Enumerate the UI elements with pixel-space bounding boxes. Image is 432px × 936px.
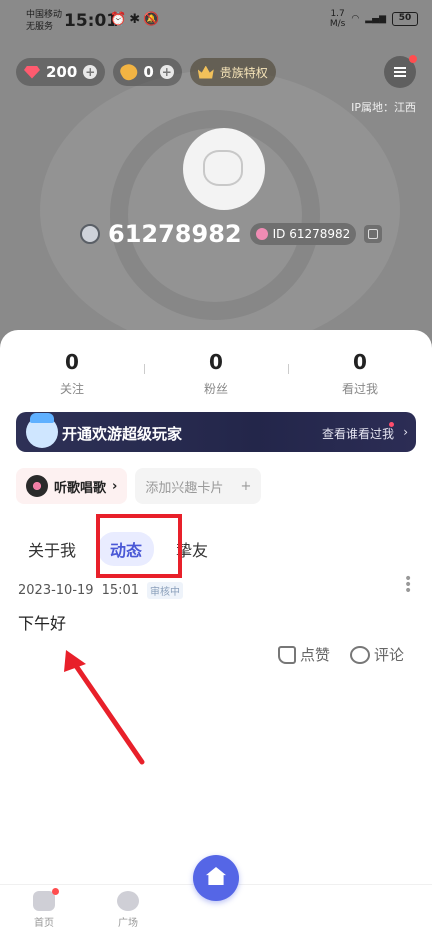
arrow-shaft: [69, 657, 145, 765]
stat-value: 0: [209, 350, 223, 374]
id-icon: [255, 228, 268, 240]
nav-label: 首页: [34, 918, 54, 929]
status-bar: 中国移动 无服务 15:01 ⏰✱🔕 1.7 M/s ◠ ▂▄▆ 50: [0, 0, 432, 40]
thumbs-up-icon: [277, 645, 296, 664]
gamepad-icon: [33, 888, 59, 911]
service-status: 无服务: [26, 22, 54, 32]
post-date: 2023-10-19: [18, 583, 94, 598]
see-visitors-link[interactable]: 查看谁看过我: [322, 425, 394, 442]
mute-icon: 🔕: [143, 12, 163, 27]
tab-about-me[interactable]: 关于我: [28, 537, 76, 561]
coins-pill[interactable]: 0 +: [113, 58, 182, 86]
plus-icon[interactable]: +: [83, 65, 98, 79]
post-meta: 2023-10-19 15:01 审核中: [18, 582, 184, 599]
add-interest-card-button[interactable]: 添加兴趣卡片 +: [135, 468, 262, 504]
username: 61278982: [108, 220, 242, 248]
stat-following[interactable]: 0 关注: [0, 350, 144, 397]
net-speed-value: 1.7: [330, 9, 345, 19]
post-time: 15:01: [101, 583, 140, 598]
coin-icon: [118, 61, 141, 83]
battery-icon: 50: [392, 12, 418, 26]
interest-chip-singing[interactable]: 听歌唱歌 ›: [16, 468, 128, 504]
home-icon[interactable]: [193, 855, 239, 901]
status-icons: ⏰✱🔕: [110, 12, 162, 27]
comment-button[interactable]: 评论: [349, 644, 404, 665]
vip-banner[interactable]: 开通欢游超级玩家 查看谁看过我 ›: [16, 412, 416, 452]
stat-label: 看过我: [341, 382, 378, 396]
user-id: ID 61278982: [272, 227, 351, 241]
post-actions: 点赞 评论: [277, 644, 404, 665]
alarm-icon: ⏰: [110, 12, 130, 27]
carrier-name: 中国移动: [26, 10, 63, 20]
signal-icon: ▂▄▆: [365, 14, 386, 24]
crown-icon: [197, 65, 214, 79]
avatar[interactable]: [183, 128, 265, 210]
notification-dot: [52, 888, 59, 895]
annotation-arrow: [64, 650, 145, 765]
stat-visitors[interactable]: 0 看过我: [288, 350, 432, 397]
gems-count: 200: [46, 63, 78, 81]
menu-icon: [394, 67, 406, 69]
add-interest-label: 添加兴趣卡片: [145, 480, 224, 496]
stat-label: 粉丝: [203, 382, 228, 396]
level-badge-icon: [80, 224, 100, 244]
coins-count: 0: [143, 63, 154, 81]
review-status-badge: 审核中: [147, 582, 184, 599]
bottom-navigation: 首页 广场: [0, 855, 432, 936]
user-info-row: 61278982 ID 61278982: [80, 220, 383, 248]
interest-label: 听歌唱歌: [54, 480, 107, 496]
nav-item-plaza[interactable]: 广场: [108, 891, 148, 929]
comment-label: 评论: [373, 646, 404, 664]
post-content: 下午好: [18, 614, 67, 633]
carrier-info: 中国移动 无服务: [26, 9, 62, 33]
currency-bar: 200 + 0 + 贵族特权: [16, 58, 276, 86]
vip-title: 开通欢游超级玩家: [62, 425, 183, 443]
default-avatar-icon: [203, 150, 243, 186]
nav-item-home[interactable]: 首页: [24, 888, 64, 929]
stat-value: 0: [353, 350, 367, 374]
profile-header: 中国移动 无服务 15:01 ⏰✱🔕 1.7 M/s ◠ ▂▄▆ 50 200 …: [0, 0, 432, 360]
annotation-highlight-box: [96, 514, 182, 578]
user-id-badge: ID 61278982: [249, 223, 357, 245]
like-button[interactable]: 点赞: [277, 644, 330, 665]
interest-cards: 听歌唱歌 › 添加兴趣卡片 +: [16, 468, 262, 504]
stats-row: 0 关注 0 粉丝 0 看过我: [0, 350, 432, 397]
network-speed: 1.7 M/s: [330, 9, 346, 29]
bluetooth-icon: ✱: [129, 12, 144, 27]
menu-button[interactable]: [384, 55, 417, 88]
stat-fans[interactable]: 0 粉丝: [144, 350, 288, 397]
mascot-icon: [26, 413, 58, 448]
chevron-right-icon: ›: [403, 425, 408, 439]
notification-dot: [409, 55, 417, 63]
wifi-icon: ◠: [351, 14, 360, 24]
gems-pill[interactable]: 200 +: [16, 58, 106, 86]
more-options-icon[interactable]: • • •: [404, 572, 412, 598]
stat-value: 0: [65, 350, 79, 374]
plus-icon: +: [240, 478, 252, 494]
planet-icon: [117, 891, 139, 911]
stat-label: 关注: [59, 382, 84, 396]
comment-icon: [349, 645, 370, 664]
nav-label: 广场: [118, 918, 138, 929]
ip-location: IP属地：江西: [351, 101, 416, 114]
net-speed-unit: M/s: [329, 19, 346, 29]
noble-label: 贵族特权: [219, 65, 268, 80]
vinyl-icon: [26, 475, 48, 497]
status-right: 1.7 M/s ◠ ▂▄▆ 50: [330, 9, 418, 29]
profile-content-card: 0 关注 0 粉丝 0 看过我 开通欢游超级玩家 查看谁看过我 › 听歌唱歌 ›…: [0, 330, 432, 936]
noble-privilege-button[interactable]: 贵族特权: [189, 58, 276, 86]
gem-icon: [24, 65, 40, 79]
copy-icon[interactable]: [364, 225, 383, 243]
like-label: 点赞: [299, 646, 330, 664]
plus-icon[interactable]: +: [159, 65, 174, 79]
chevron-right-icon: ›: [112, 478, 118, 494]
